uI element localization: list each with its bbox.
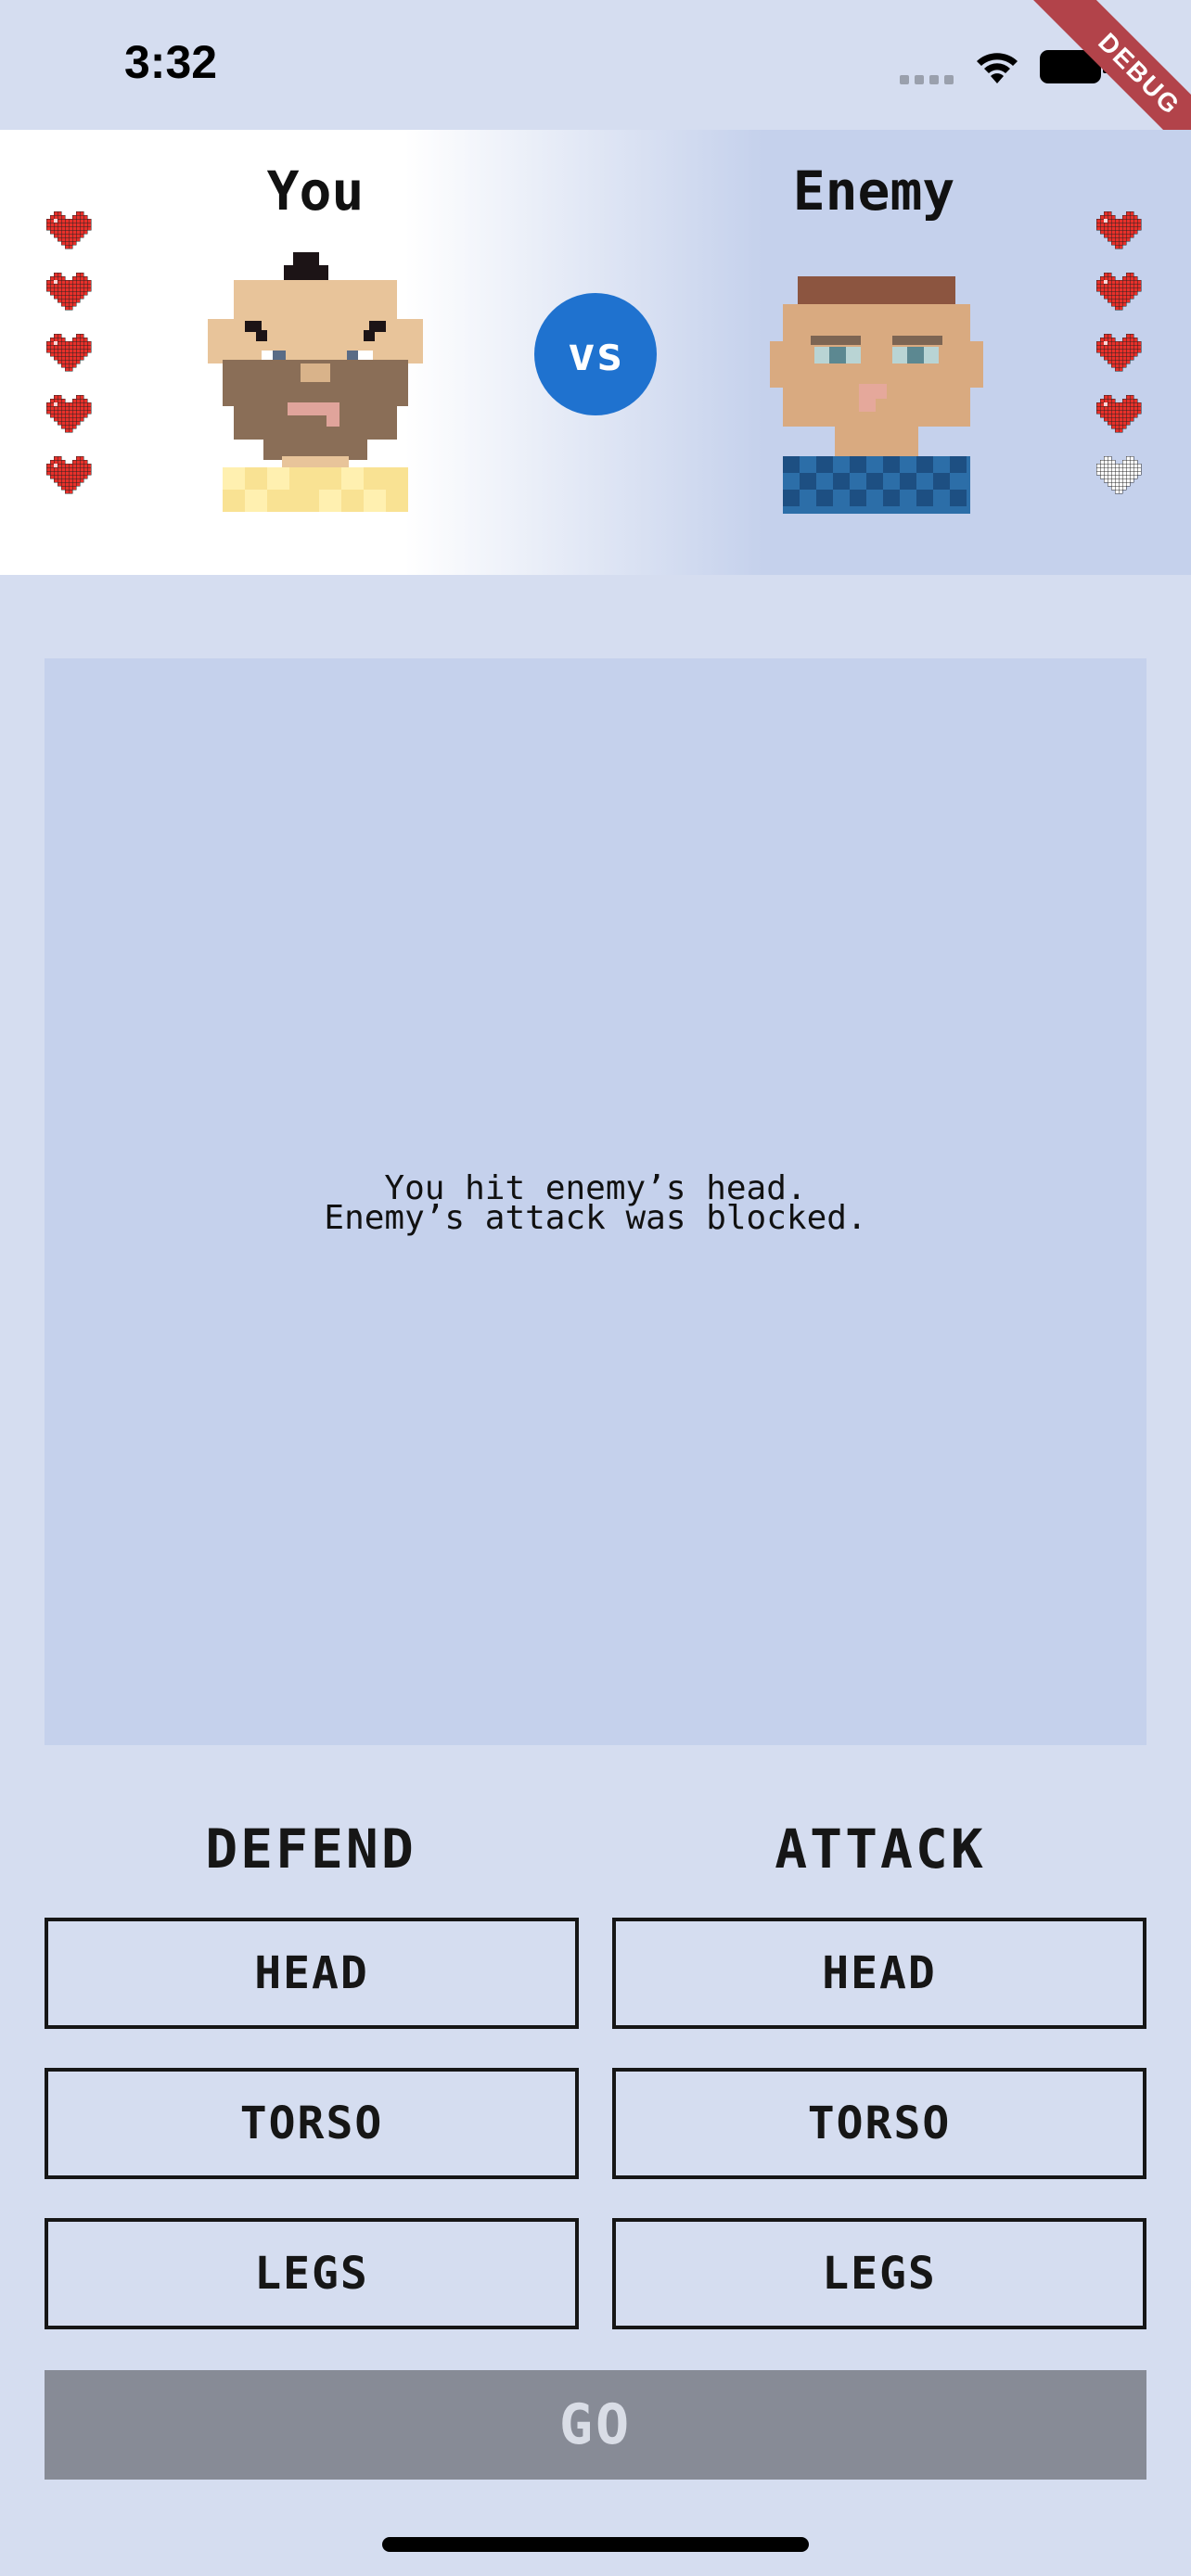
heart-full-icon [1095, 272, 1142, 311]
signal-dots-icon [900, 72, 955, 90]
defend-legs-button[interactable]: LEGS [45, 2218, 579, 2329]
heart-full-icon [45, 333, 92, 372]
status-time: 3:32 [124, 36, 218, 88]
status-bar: 3:32 [0, 0, 1191, 130]
enemy-lives [1093, 204, 1148, 510]
heart-full-icon [1095, 394, 1142, 433]
defend-head-button[interactable]: HEAD [45, 1918, 579, 2029]
battle-log-panel: You hit enemy’s head. Enemy’s attack was… [45, 658, 1146, 1745]
enemy-name: Enemy [792, 159, 955, 223]
wifi-icon [972, 46, 1022, 89]
defend-torso-button[interactable]: TORSO [45, 2068, 579, 2179]
player-avatar [208, 249, 423, 516]
home-indicator[interactable] [382, 2537, 809, 2552]
player-lives [43, 204, 98, 510]
heart-full-icon [45, 455, 92, 494]
attack-torso-button[interactable]: TORSO [612, 2068, 1146, 2179]
attack-title: ATTACK [775, 1817, 986, 1881]
vs-badge: vs [534, 293, 657, 415]
battle-log-text: You hit enemy’s head. Enemy’s attack was… [324, 1169, 867, 1237]
enemy-avatar [770, 276, 983, 517]
heart-full-icon [45, 272, 92, 311]
defend-title: DEFEND [205, 1817, 416, 1881]
heart-full-icon [45, 394, 92, 433]
heart-full-icon [1095, 210, 1142, 249]
heart-empty-icon [1095, 455, 1142, 494]
player-name: You [266, 159, 365, 223]
heart-full-icon [1095, 333, 1142, 372]
attack-head-button[interactable]: HEAD [612, 1918, 1146, 2029]
go-button[interactable]: GO [45, 2370, 1146, 2480]
attack-legs-button[interactable]: LEGS [612, 2218, 1146, 2329]
heart-full-icon [45, 210, 92, 249]
